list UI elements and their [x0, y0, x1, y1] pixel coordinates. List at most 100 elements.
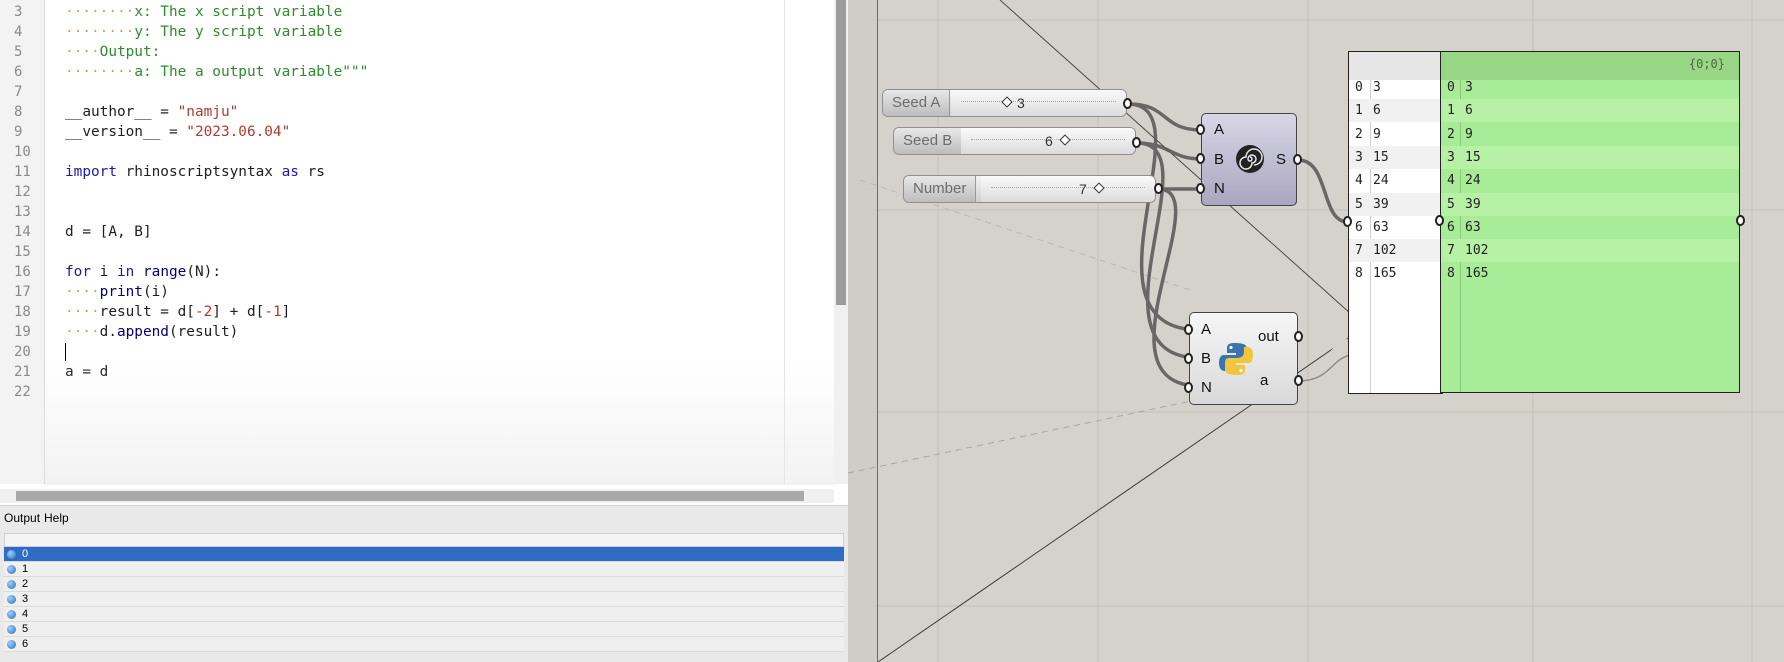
panel-row-index: 8 — [1355, 266, 1363, 282]
slider-label: Number — [904, 176, 977, 202]
dashed-guide-line — [847, 394, 1221, 474]
panel-row-value: 165 — [1373, 266, 1397, 282]
panel-row-index: 5 — [1355, 196, 1363, 212]
python-component[interactable]: A B N out a — [1189, 312, 1298, 405]
output-a-label: a — [1260, 372, 1269, 389]
slider-value: 6 — [1045, 133, 1053, 149]
python-input-n-grip[interactable] — [1184, 382, 1193, 393]
panel-row-index: 5 — [1447, 196, 1455, 212]
panel-row-value: 3 — [1373, 80, 1381, 95]
fib-input-a-grip[interactable] — [1196, 124, 1205, 135]
panel-row-index: 3 — [1447, 149, 1455, 165]
panel-row-value: 24 — [1465, 173, 1481, 189]
panel-row: 16 — [1441, 99, 1739, 123]
panel-row-value: 3 — [1465, 80, 1473, 95]
slider-knob[interactable] — [1059, 134, 1071, 146]
panel-row-index: 6 — [1447, 219, 1455, 235]
slider-ticks — [991, 187, 1145, 191]
panel-row-index: 0 — [1355, 80, 1363, 95]
panel-row: 4 24 — [1349, 169, 1442, 192]
python-logo-icon — [1219, 343, 1253, 375]
slider-ticks — [961, 101, 1116, 105]
python-input-b-grip[interactable] — [1184, 353, 1193, 364]
panel-row-index: 4 — [1447, 173, 1455, 189]
panel-row-index: 1 — [1447, 103, 1455, 119]
slider-seed-b[interactable]: Seed B 6 — [893, 127, 1136, 155]
fibonacci-component[interactable]: A B N S — [1201, 113, 1297, 206]
panel-row: 4 24 — [1441, 169, 1739, 192]
fib-output-s-grip[interactable] — [1293, 154, 1302, 165]
slider-rail[interactable]: 3 — [951, 90, 1126, 116]
input-n-label: N — [1214, 180, 1225, 197]
python-input-a-grip[interactable] — [1184, 324, 1193, 335]
slider-output-grip[interactable] — [1123, 98, 1132, 109]
panel-row-index: 7 — [1355, 243, 1363, 259]
slider-label: Seed A — [883, 90, 951, 116]
panel-fib-input-grip[interactable] — [1343, 216, 1352, 227]
panel-python-output-grip[interactable] — [1736, 215, 1745, 226]
panel-row-value: 9 — [1465, 126, 1473, 142]
panel-row-value: 63 — [1373, 219, 1389, 235]
wire-python-out-edge — [1297, 354, 1351, 382]
slider-value: 7 — [1079, 181, 1087, 197]
panel-data-path: {0;0} — [1688, 57, 1725, 71]
panel-row-value: 9 — [1373, 126, 1381, 142]
panel-row: 8 165 — [1349, 262, 1442, 285]
panel-row-value: 102 — [1465, 243, 1489, 259]
spiral-icon — [1236, 145, 1264, 173]
slider-number[interactable]: Number 7 — [903, 175, 1156, 203]
output-out-label: out — [1258, 328, 1279, 345]
panel-row: 6 63 — [1349, 216, 1442, 239]
panel-row-value: 6 — [1465, 103, 1473, 119]
panel-row-index: 6 — [1355, 219, 1363, 235]
slider-rail[interactable]: 6 — [961, 128, 1135, 154]
panel-row: 3 15 — [1441, 145, 1739, 169]
slider-value: 3 — [1017, 95, 1025, 111]
slider-seed-a[interactable]: Seed A 3 — [882, 89, 1127, 117]
input-b-label: B — [1201, 350, 1212, 367]
panel-row-index: 2 — [1447, 126, 1455, 142]
slider-knob[interactable] — [1001, 96, 1013, 108]
panel-row-value: 63 — [1465, 219, 1481, 235]
slider-knob[interactable] — [1093, 182, 1105, 194]
fib-input-b-grip[interactable] — [1196, 153, 1205, 164]
panel-row: 7 102 — [1441, 239, 1739, 263]
panel-row-index: 8 — [1447, 266, 1455, 282]
panel-row: 6 63 — [1441, 216, 1739, 239]
panel-row: 29 — [1441, 123, 1739, 146]
panel-row-value: 102 — [1373, 243, 1397, 259]
panel-row-value: 165 — [1465, 266, 1489, 282]
slider-output-grip[interactable] — [1132, 137, 1141, 148]
panel-row-index: 7 — [1447, 243, 1455, 259]
panel-row-index: 0 — [1447, 80, 1455, 95]
slider-output-grip[interactable] — [1154, 183, 1163, 194]
panel-row-index: 4 — [1355, 173, 1363, 189]
panel-row: 29 — [1349, 123, 1442, 146]
input-b-label: B — [1214, 151, 1225, 168]
panel-row-index: 1 — [1355, 103, 1363, 119]
panel-row: 03 — [1441, 76, 1739, 99]
panel-row-value: 39 — [1373, 196, 1389, 212]
panel-row: 5 39 — [1441, 192, 1739, 216]
panel-row-value: 15 — [1465, 149, 1481, 165]
panel-python-output[interactable]: {0;0} 0 3 1 6 2 9 3 15 4 24 5 39 6 63 7 102 8 165 — [1440, 51, 1740, 393]
panel-row: 8 165 — [1441, 262, 1739, 285]
panel-row-value: 24 — [1373, 173, 1389, 189]
panel-row-index: 3 — [1355, 149, 1363, 165]
panel-row: 03 — [1349, 76, 1442, 99]
input-n-label: N — [1201, 379, 1212, 396]
panel-row: 7 102 — [1349, 239, 1442, 263]
panel-python-input-grip[interactable] — [1435, 215, 1444, 226]
python-output-a-grip[interactable] — [1294, 375, 1303, 386]
fib-input-n-grip[interactable] — [1196, 183, 1205, 194]
panel-row: 3 15 — [1349, 145, 1442, 169]
python-output-out-grip[interactable] — [1294, 331, 1303, 342]
input-a-label: A — [1201, 321, 1212, 338]
panel-row-value: 39 — [1465, 196, 1481, 212]
panel-row-index: 2 — [1355, 126, 1363, 142]
input-a-label: A — [1214, 121, 1225, 138]
slider-rail[interactable]: 7 — [981, 176, 1155, 202]
panel-row: 16 — [1349, 99, 1442, 123]
panel-fib-output[interactable]: 0 3 1 6 2 9 3 15 4 24 5 39 6 63 7 102 8 165 — [1348, 51, 1443, 394]
slider-label: Seed B — [894, 128, 963, 154]
